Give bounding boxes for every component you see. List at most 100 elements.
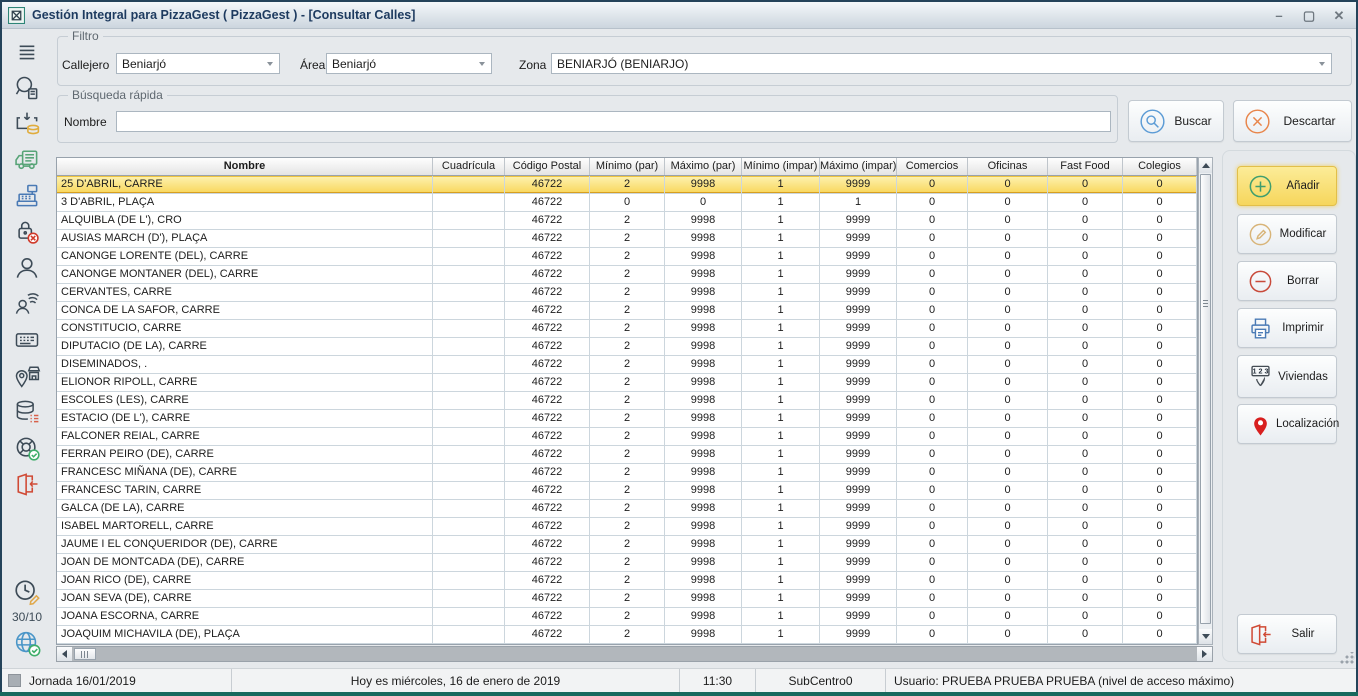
table-cell: 9998 bbox=[665, 590, 742, 608]
sidebar-item-help[interactable] bbox=[9, 433, 45, 463]
sidebar-item-exit[interactable] bbox=[9, 469, 45, 499]
table-row[interactable]: DISEMINADOS, .4672229998199990000 bbox=[57, 356, 1197, 374]
column-header-3[interactable]: Mínimo (par) bbox=[590, 158, 665, 175]
table-row[interactable]: JOAN RICO (DE), CARRE4672229998199990000 bbox=[57, 572, 1197, 590]
sidebar-item-search[interactable] bbox=[9, 73, 45, 103]
sidebar-item-register[interactable] bbox=[9, 181, 45, 211]
column-header-0[interactable]: Nombre bbox=[57, 158, 433, 175]
sidebar-item-collect[interactable] bbox=[9, 109, 45, 139]
sidebar-item-schedule[interactable] bbox=[9, 578, 45, 608]
subcentro-text: SubCentro0 bbox=[788, 674, 852, 688]
scroll-down-button[interactable] bbox=[1199, 629, 1212, 644]
table-cell: 1 bbox=[742, 554, 820, 572]
table-row[interactable]: FRANCESC MIÑANA (DE), CARRE4672229998199… bbox=[57, 464, 1197, 482]
modificar-button[interactable]: Modificar bbox=[1237, 214, 1337, 254]
table-row[interactable]: JOAQUIM MICHAVILA (DE), PLAÇA46722299981… bbox=[57, 626, 1197, 644]
scroll-right-button[interactable] bbox=[1197, 647, 1212, 661]
table-cell: 2 bbox=[590, 176, 665, 194]
column-header-4[interactable]: Máximo (par) bbox=[665, 158, 742, 175]
table-row[interactable]: CONCA DE LA SAFOR, CARRE4672229998199990… bbox=[57, 302, 1197, 320]
sidebar-item-database[interactable] bbox=[9, 397, 45, 427]
imprimir-button[interactable]: Imprimir bbox=[1237, 308, 1337, 348]
column-header-1[interactable]: Cuadrícula bbox=[433, 158, 505, 175]
table-cell: 9999 bbox=[820, 230, 897, 248]
table-cell: 9998 bbox=[665, 536, 742, 554]
table-cell bbox=[433, 392, 505, 410]
localizacion-label: Localización bbox=[1274, 418, 1345, 430]
table-cell: 9999 bbox=[820, 284, 897, 302]
table-row[interactable]: ISABEL MARTORELL, CARRE46722299981999900… bbox=[57, 518, 1197, 536]
viviendas-button[interactable]: 1 2 3 Viviendas bbox=[1237, 355, 1337, 398]
table-row[interactable]: CANONGE LORENTE (DEL), CARRE467222999819… bbox=[57, 248, 1197, 266]
table-row[interactable]: ESCOLES (LES), CARRE4672229998199990000 bbox=[57, 392, 1197, 410]
salir-button[interactable]: Salir bbox=[1237, 614, 1337, 654]
table-row[interactable]: CERVANTES, CARRE4672229998199990000 bbox=[57, 284, 1197, 302]
descartar-button[interactable]: Descartar bbox=[1233, 100, 1352, 142]
table-row[interactable]: 3 D'ABRIL, PLAÇA4672200110000 bbox=[57, 194, 1197, 212]
table-cell: 0 bbox=[1048, 374, 1123, 392]
column-header-5[interactable]: Mínimo (impar) bbox=[742, 158, 820, 175]
table-row[interactable]: JOANA ESCORNA, CARRE4672229998199990000 bbox=[57, 608, 1197, 626]
table-row[interactable]: JAUME I EL CONQUERIDOR (DE), CARRE467222… bbox=[57, 536, 1197, 554]
table-row[interactable]: AUSIAS MARCH (D'), PLAÇA4672229998199990… bbox=[57, 230, 1197, 248]
column-header-9[interactable]: Fast Food bbox=[1048, 158, 1123, 175]
sidebar-item-menu[interactable] bbox=[9, 37, 45, 67]
column-header-10[interactable]: Colegios bbox=[1123, 158, 1197, 175]
buscar-button[interactable]: Buscar bbox=[1128, 100, 1224, 142]
table-cell: FERRAN PEIRO (DE), CARRE bbox=[57, 446, 433, 464]
scroll-up-button[interactable] bbox=[1199, 158, 1212, 173]
column-header-2[interactable]: Código Postal bbox=[505, 158, 590, 175]
sidebar-item-store-location[interactable] bbox=[9, 361, 45, 391]
table-row[interactable]: FALCONER REIAL, CARRE4672229998199990000 bbox=[57, 428, 1197, 446]
table-row[interactable]: CONSTITUCIO, CARRE4672229998199990000 bbox=[57, 320, 1197, 338]
nombre-search-input[interactable] bbox=[116, 111, 1111, 132]
table-row[interactable]: FRANCESC TARIN, CARRE4672229998199990000 bbox=[57, 482, 1197, 500]
vertical-scrollbar-thumb[interactable] bbox=[1200, 174, 1211, 624]
table-cell: 9998 bbox=[665, 302, 742, 320]
table-row[interactable]: DIPUTACIO (DE LA), CARRE4672229998199990… bbox=[57, 338, 1197, 356]
table-cell: 46722 bbox=[505, 230, 590, 248]
borrar-button[interactable]: Borrar bbox=[1237, 261, 1337, 301]
table-row[interactable]: ELIONOR RIPOLL, CARRE4672229998199990000 bbox=[57, 374, 1197, 392]
sidebar-item-delivery[interactable] bbox=[9, 145, 45, 175]
horizontal-scrollbar-thumb[interactable] bbox=[74, 648, 96, 660]
horizontal-scrollbar[interactable] bbox=[56, 646, 1213, 662]
scroll-left-button[interactable] bbox=[57, 647, 72, 661]
table-cell: 0 bbox=[897, 428, 968, 446]
table-cell: 0 bbox=[1123, 230, 1197, 248]
resize-grip[interactable] bbox=[1340, 652, 1354, 664]
sidebar-item-lock[interactable] bbox=[9, 217, 45, 247]
column-header-7[interactable]: Comercios bbox=[897, 158, 968, 175]
table-row[interactable]: FERRAN PEIRO (DE), CARRE4672229998199990… bbox=[57, 446, 1197, 464]
callejero-select[interactable]: Beniarjó bbox=[116, 53, 280, 74]
table-row[interactable]: JOAN DE MONTCADA (DE), CARRE467222999819… bbox=[57, 554, 1197, 572]
maximize-button[interactable]: ▢ bbox=[1300, 8, 1318, 24]
table-cell: 9999 bbox=[820, 176, 897, 194]
table-cell: 0 bbox=[968, 230, 1048, 248]
table-row[interactable]: JOAN SEVA (DE), CARRE4672229998199990000 bbox=[57, 590, 1197, 608]
table-row[interactable]: CANONGE MONTANER (DEL), CARRE46722299981… bbox=[57, 266, 1197, 284]
column-header-6[interactable]: Máximo (impar) bbox=[820, 158, 897, 175]
localizacion-button[interactable]: Localización bbox=[1237, 404, 1337, 444]
vertical-scrollbar[interactable] bbox=[1198, 157, 1213, 645]
table-row[interactable]: 25 D'ABRIL, CARRE4672229998199990000 bbox=[57, 176, 1197, 194]
sidebar-item-keyboard[interactable] bbox=[9, 325, 45, 355]
column-header-8[interactable]: Oficinas bbox=[968, 158, 1048, 175]
anadir-button[interactable]: Añadir bbox=[1237, 166, 1337, 206]
table-cell bbox=[433, 428, 505, 446]
map-pin-icon bbox=[1247, 411, 1274, 438]
minimize-button[interactable]: – bbox=[1270, 8, 1288, 23]
sidebar-item-fingerprint[interactable] bbox=[9, 289, 45, 319]
table-cell: 0 bbox=[897, 500, 968, 518]
table-row[interactable]: GALCA (DE LA), CARRE4672229998199990000 bbox=[57, 500, 1197, 518]
close-button[interactable]: ✕ bbox=[1330, 8, 1348, 24]
clock-badge: 30/10 bbox=[12, 610, 42, 624]
sidebar-item-online[interactable] bbox=[9, 628, 45, 658]
sidebar-item-user[interactable] bbox=[9, 253, 45, 283]
table-cell: 0 bbox=[1123, 446, 1197, 464]
table-cell: 1 bbox=[742, 428, 820, 446]
table-row[interactable]: ESTACIO (DE L'), CARRE467222999819999000… bbox=[57, 410, 1197, 428]
area-select[interactable]: Beniarjó bbox=[326, 53, 492, 74]
table-row[interactable]: ALQUIBLA (DE L'), CRO4672229998199990000 bbox=[57, 212, 1197, 230]
zona-select[interactable]: BENIARJÓ (BENIARJO) bbox=[551, 53, 1332, 74]
